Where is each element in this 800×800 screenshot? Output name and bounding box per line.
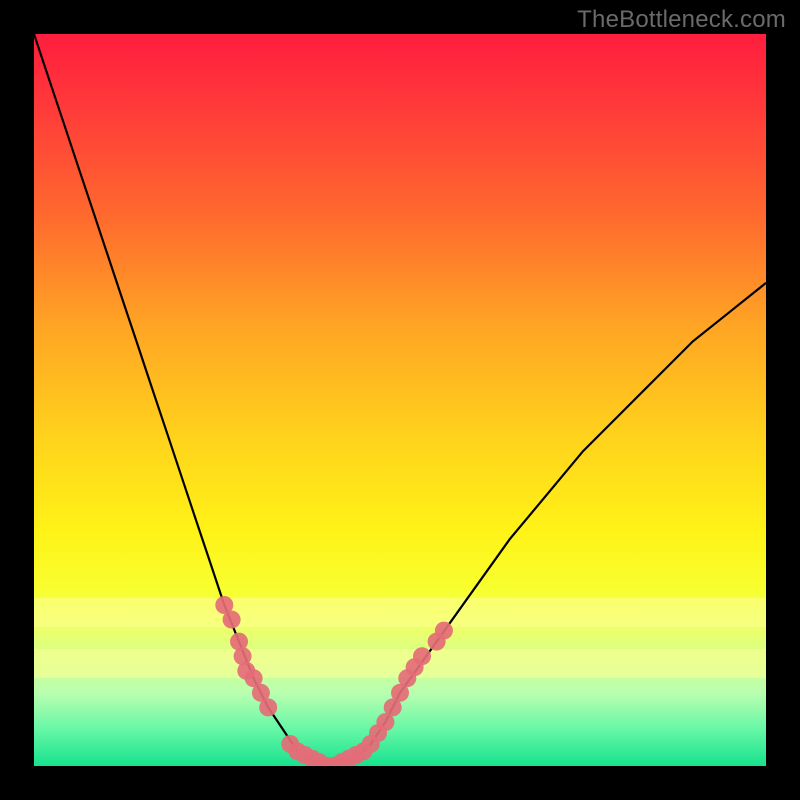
bottleneck-curve <box>34 34 766 766</box>
watermark-text: TheBottleneck.com <box>577 6 786 34</box>
plot-area <box>34 34 766 766</box>
data-marker <box>223 611 241 629</box>
data-marker <box>259 698 277 716</box>
chart-canvas <box>34 34 766 766</box>
chart-frame: TheBottleneck.com <box>0 0 800 800</box>
data-marker <box>413 647 431 665</box>
data-marker <box>435 622 453 640</box>
data-marker <box>347 746 365 764</box>
